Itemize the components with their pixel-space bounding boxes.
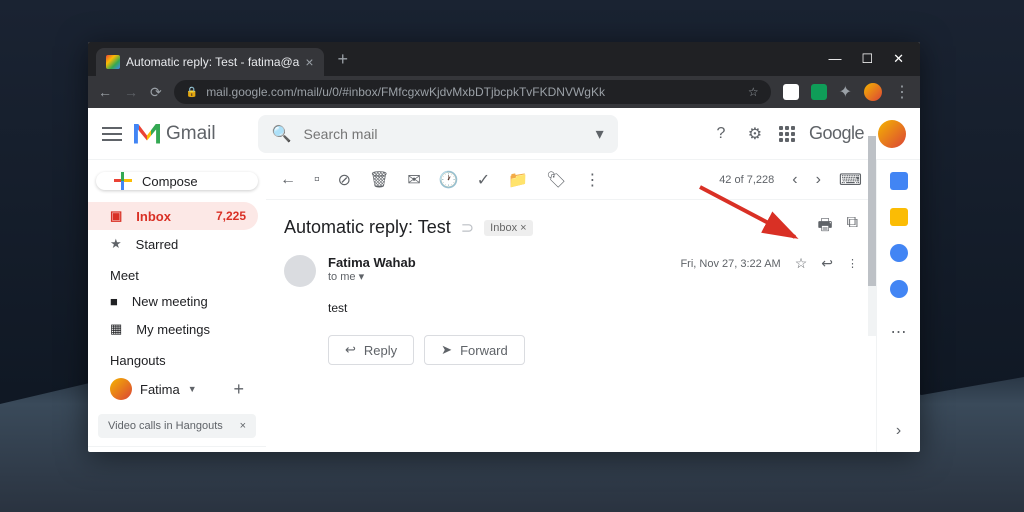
search-box[interactable]: 🔍 ▾ [258,115,618,153]
snooze-icon[interactable]: 🕐 [439,170,459,190]
url-input[interactable]: 🔒 mail.google.com/mail/u/0/#inbox/FMfcgx… [174,80,771,104]
gmail-header: Gmail 🔍 ▾ ? ⚙ Google [88,108,920,160]
bookmark-star-icon[interactable]: ☆ [748,85,759,99]
calendar-addon-icon[interactable] [890,172,908,190]
important-icon[interactable]: ⊃ [461,218,474,238]
hangouts-user[interactable]: Fatima ▼ + [88,372,266,406]
back-to-inbox-icon[interactable]: ← [280,171,296,189]
reply-button[interactable]: ↩ Reply [328,335,414,365]
email-view: Automatic reply: Test ⊃ Inbox × 🖶 ⧉ Fati… [266,200,876,452]
meet-header: Meet [88,258,266,287]
sender-to[interactable]: to me ▾ [328,270,668,283]
chevron-down-icon: ▼ [188,384,197,394]
search-input[interactable] [304,126,584,142]
plus-icon [114,172,132,190]
print-icon[interactable]: 🖶 [817,214,832,241]
more-icon[interactable]: ⋮ [584,170,600,190]
search-options-icon[interactable]: ▾ [596,124,604,144]
spam-icon[interactable]: ⊘ [338,170,351,190]
reply-icon[interactable]: ↩ [821,255,833,272]
lock-icon: 🔒 [186,87,198,98]
input-tools-icon[interactable]: ⌨ [839,170,862,190]
email-toolbar: ← ▫ ⊘ 🗑 ✉ 🕐 ✓ 📁 🏷 ⋮ 42 of 7,228 ‹ › ⌨ [266,160,876,200]
scrollbar[interactable] [868,160,876,336]
add-contact-icon[interactable]: + [233,379,244,400]
browser-window: Automatic reply: Test - fatima@a × + — ☐… [88,42,920,452]
profile-avatar[interactable] [864,83,882,101]
more-addons-icon[interactable]: ⋯ [891,322,907,342]
gmail-logo[interactable]: Gmail [134,123,216,145]
browser-menu-icon[interactable]: ⋮ [894,82,910,102]
sender-name: Fatima Wahab [328,255,668,270]
inbox-icon: ▣ [110,208,122,224]
email-subject: Automatic reply: Test [284,217,451,238]
url-text: mail.google.com/mail/u/0/#inbox/FMfcgxwK… [206,85,605,99]
hangouts-tabs: 👤 99 📞 [88,446,266,452]
email-timestamp: Fri, Nov 27, 3:22 AM [680,258,780,270]
side-panel: ⋯ › [876,160,920,452]
google-label: Google [809,123,864,144]
account-avatar[interactable] [878,120,906,148]
user-avatar [110,378,132,400]
next-email-icon[interactable]: › [816,171,821,189]
sender-avatar[interactable] [284,255,316,287]
extension-icon[interactable] [811,84,827,100]
compose-button[interactable]: Compose [96,172,258,190]
prev-email-icon[interactable]: ‹ [792,171,797,189]
tasks-icon[interactable]: ✓ [477,170,490,190]
menu-icon[interactable] [102,127,122,141]
reload-icon[interactable]: ⟳ [150,84,162,101]
keep-addon-icon[interactable] [890,208,908,226]
settings-icon[interactable]: ⚙ [745,124,765,144]
search-icon: 🔍 [272,124,292,144]
main-panel: ← ▫ ⊘ 🗑 ✉ 🕐 ✓ 📁 🏷 ⋮ 42 of 7,228 ‹ › ⌨ Au… [266,160,876,452]
my-meetings-button[interactable]: ▦ My meetings [88,315,258,343]
forward-arrow-icon: ➤ [441,342,452,358]
titlebar: Automatic reply: Test - fatima@a × + — ☐… [88,42,920,76]
open-window-icon[interactable]: ⧉ [847,214,858,241]
extensions-icon[interactable]: ✦ [839,82,852,102]
email-body: test [328,301,858,315]
address-bar: ← → ⟳ 🔒 mail.google.com/mail/u/0/#inbox/… [88,76,920,108]
maximize-icon[interactable]: ☐ [861,51,873,67]
forward-icon[interactable]: → [124,84,138,100]
tab-title: Automatic reply: Test - fatima@a [126,55,299,69]
delete-icon[interactable]: 🗑 [369,170,389,190]
tasks-addon-icon[interactable] [890,244,908,262]
calendar-icon: ▦ [110,321,122,337]
close-tab-icon[interactable]: × [305,54,313,70]
collapse-panel-icon[interactable]: › [896,422,901,440]
extension-icon[interactable] [783,84,799,100]
new-meeting-button[interactable]: ■ New meeting [88,287,258,315]
new-tab-button[interactable]: + [338,49,349,70]
back-icon[interactable]: ← [98,84,112,100]
gmail-favicon [106,55,120,69]
star-email-icon[interactable]: ☆ [795,255,808,272]
page-count: 42 of 7,228 [719,174,774,186]
archive-icon[interactable]: ▫ [314,171,320,189]
sidebar-item-starred[interactable]: ★ Starred [88,230,258,258]
close-banner-icon[interactable]: × [240,420,246,432]
contacts-addon-icon[interactable] [890,280,908,298]
sidebar-item-inbox[interactable]: ▣ Inbox 7,225 [88,202,258,230]
email-more-icon[interactable]: ⋮ [847,257,858,270]
sidebar: Compose ▣ Inbox 7,225 ★ Starred Meet ■ N… [88,160,266,452]
close-window-icon[interactable]: ✕ [893,51,904,67]
inbox-label[interactable]: Inbox × [484,220,532,236]
browser-tab[interactable]: Automatic reply: Test - fatima@a × [96,48,324,76]
minimize-icon[interactable]: — [828,51,841,67]
move-icon[interactable]: 📁 [508,170,528,190]
unread-icon[interactable]: ✉ [407,170,420,190]
hangouts-header: Hangouts [88,343,266,372]
camera-icon: ■ [110,294,118,309]
help-icon[interactable]: ? [711,124,731,144]
apps-icon[interactable] [779,126,795,142]
reply-arrow-icon: ↩ [345,342,356,358]
hangouts-banner: Video calls in Hangouts × [98,414,256,438]
forward-button[interactable]: ➤ Forward [424,335,525,365]
star-icon: ★ [110,236,122,252]
labels-icon[interactable]: 🏷 [546,170,566,190]
